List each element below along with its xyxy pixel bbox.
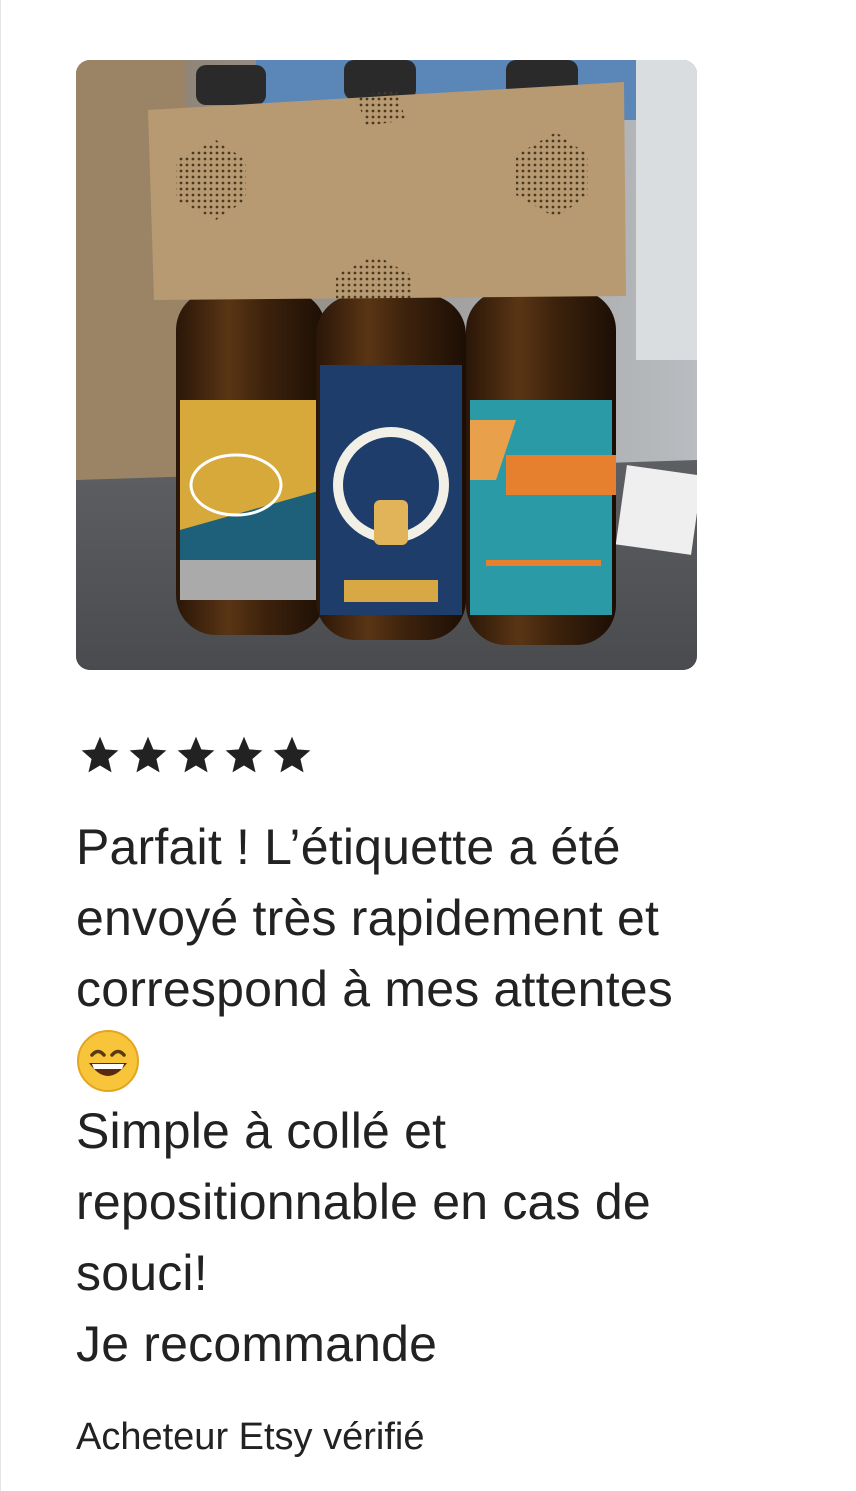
review-line-emoji	[76, 1025, 836, 1096]
star-icon	[81, 736, 119, 773]
review-line: souci!	[76, 1245, 208, 1301]
bottle-left	[176, 290, 326, 635]
review-line: Parfait ! L’étiquette a été	[76, 819, 621, 875]
review-line: correspond à mes attentes	[76, 961, 673, 1017]
review-line: Je recommande	[76, 1316, 438, 1372]
review-text: Parfait ! L’étiquette a été envoyé très …	[76, 812, 836, 1380]
star-icon	[129, 736, 167, 773]
star-icon	[273, 736, 311, 773]
bottle-right	[466, 290, 616, 645]
review-line: envoyé très rapidement et	[76, 890, 660, 946]
review-line: Simple à collé et	[76, 1103, 447, 1159]
star-icon	[225, 736, 263, 773]
star-rating	[78, 733, 314, 777]
grinning-face-emoji	[77, 1029, 139, 1092]
bottle-middle	[316, 295, 466, 640]
review-photo[interactable]	[76, 60, 697, 670]
page-left-border	[0, 0, 1, 1491]
beer-bottles-photo	[76, 60, 697, 670]
review-line: repositionnable en cas de	[76, 1174, 651, 1230]
star-icon	[177, 736, 215, 773]
verified-buyer-label: Acheteur Etsy vérifié	[76, 1416, 425, 1458]
